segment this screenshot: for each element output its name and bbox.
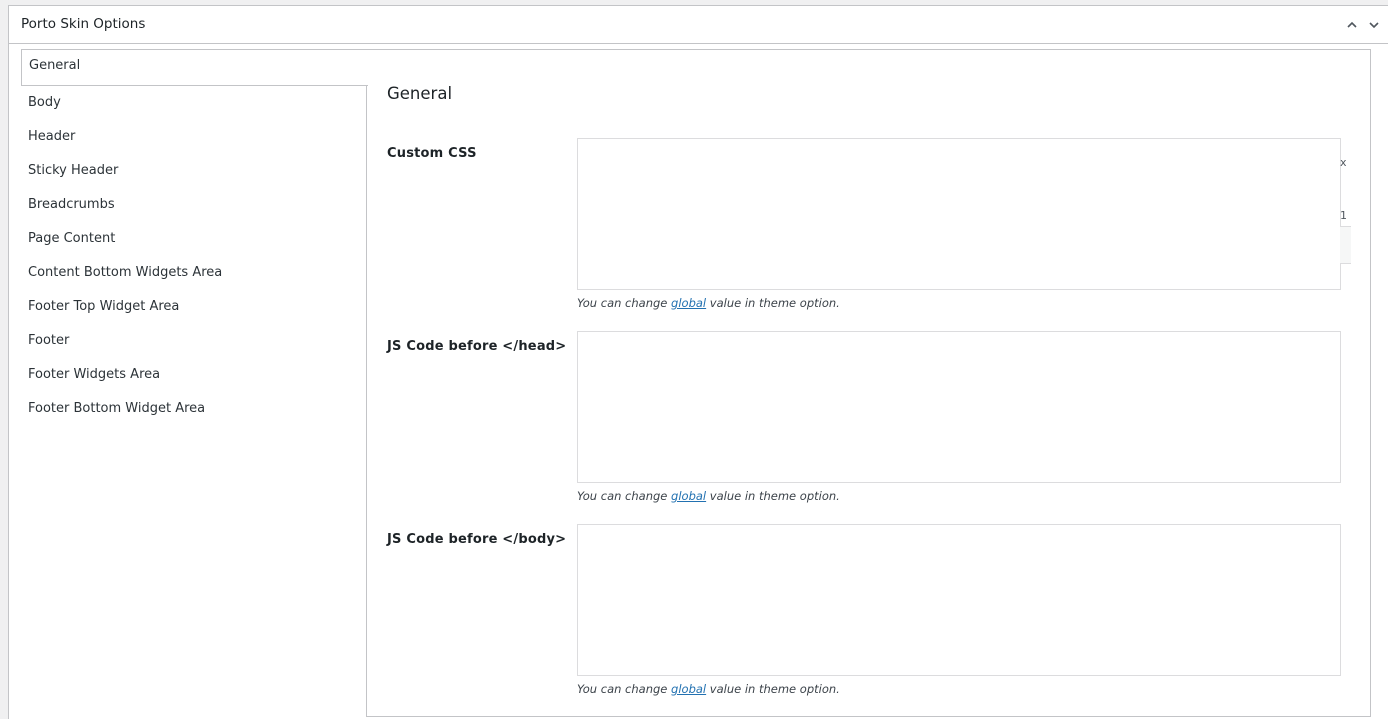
desc-prefix: You can change	[577, 296, 672, 310]
tab-footer[interactable]: Footer	[21, 324, 367, 358]
move-up-button[interactable]	[1343, 16, 1361, 34]
js-body-label: JS Code before </body>	[387, 532, 567, 547]
stray-scroll-fragment	[1340, 226, 1351, 264]
tab-breadcrumbs[interactable]: Breadcrumbs	[21, 188, 367, 222]
tab-header[interactable]: Header	[21, 120, 367, 154]
js-head-description: You can change global value in theme opt…	[577, 489, 840, 503]
tab-footer-top-widget-area[interactable]: Footer Top Widget Area	[21, 290, 367, 324]
tab-body[interactable]: Body	[21, 86, 367, 120]
tab-content-panel: General Custom CSS x 1 You can change gl…	[366, 49, 1371, 717]
global-link[interactable]: global	[671, 489, 706, 503]
desc-suffix: value in theme option.	[706, 296, 840, 310]
section-title: General	[387, 84, 453, 103]
desc-suffix: value in theme option.	[706, 489, 840, 503]
stray-one-glyph: 1	[1340, 209, 1347, 222]
custom-css-description: You can change global value in theme opt…	[577, 296, 840, 310]
chevron-up-icon	[1347, 21, 1357, 28]
tab-list: General Body Header Sticky Header Breadc…	[21, 49, 368, 426]
custom-css-label: Custom CSS	[387, 146, 477, 161]
chevron-down-icon	[1369, 22, 1379, 29]
metabox-header: Porto Skin Options	[9, 6, 1388, 44]
tab-footer-widgets-area[interactable]: Footer Widgets Area	[21, 358, 367, 392]
tab-sticky-header[interactable]: Sticky Header	[21, 154, 367, 188]
desc-prefix: You can change	[577, 489, 672, 503]
js-body-description: You can change global value in theme opt…	[577, 682, 840, 696]
global-link[interactable]: global	[671, 296, 706, 310]
desc-prefix: You can change	[577, 682, 672, 696]
desc-suffix: value in theme option.	[706, 682, 840, 696]
custom-css-textarea[interactable]	[577, 138, 1341, 290]
move-down-button[interactable]	[1365, 16, 1383, 34]
metabox-body: General Body Header Sticky Header Breadc…	[9, 44, 1388, 719]
tab-general[interactable]: General	[21, 49, 368, 86]
js-head-label: JS Code before </head>	[387, 339, 567, 354]
metabox-title: Porto Skin Options	[21, 16, 146, 32]
stray-x-glyph: x	[1340, 156, 1347, 169]
tab-page-content[interactable]: Page Content	[21, 222, 367, 256]
porto-skin-options-metabox: Porto Skin Options General Body Header S…	[8, 5, 1388, 719]
tab-content-bottom-widgets-area[interactable]: Content Bottom Widgets Area	[21, 256, 367, 290]
tab-footer-bottom-widget-area[interactable]: Footer Bottom Widget Area	[21, 392, 367, 426]
global-link[interactable]: global	[671, 682, 706, 696]
js-body-textarea[interactable]	[577, 524, 1341, 676]
js-head-textarea[interactable]	[577, 331, 1341, 483]
